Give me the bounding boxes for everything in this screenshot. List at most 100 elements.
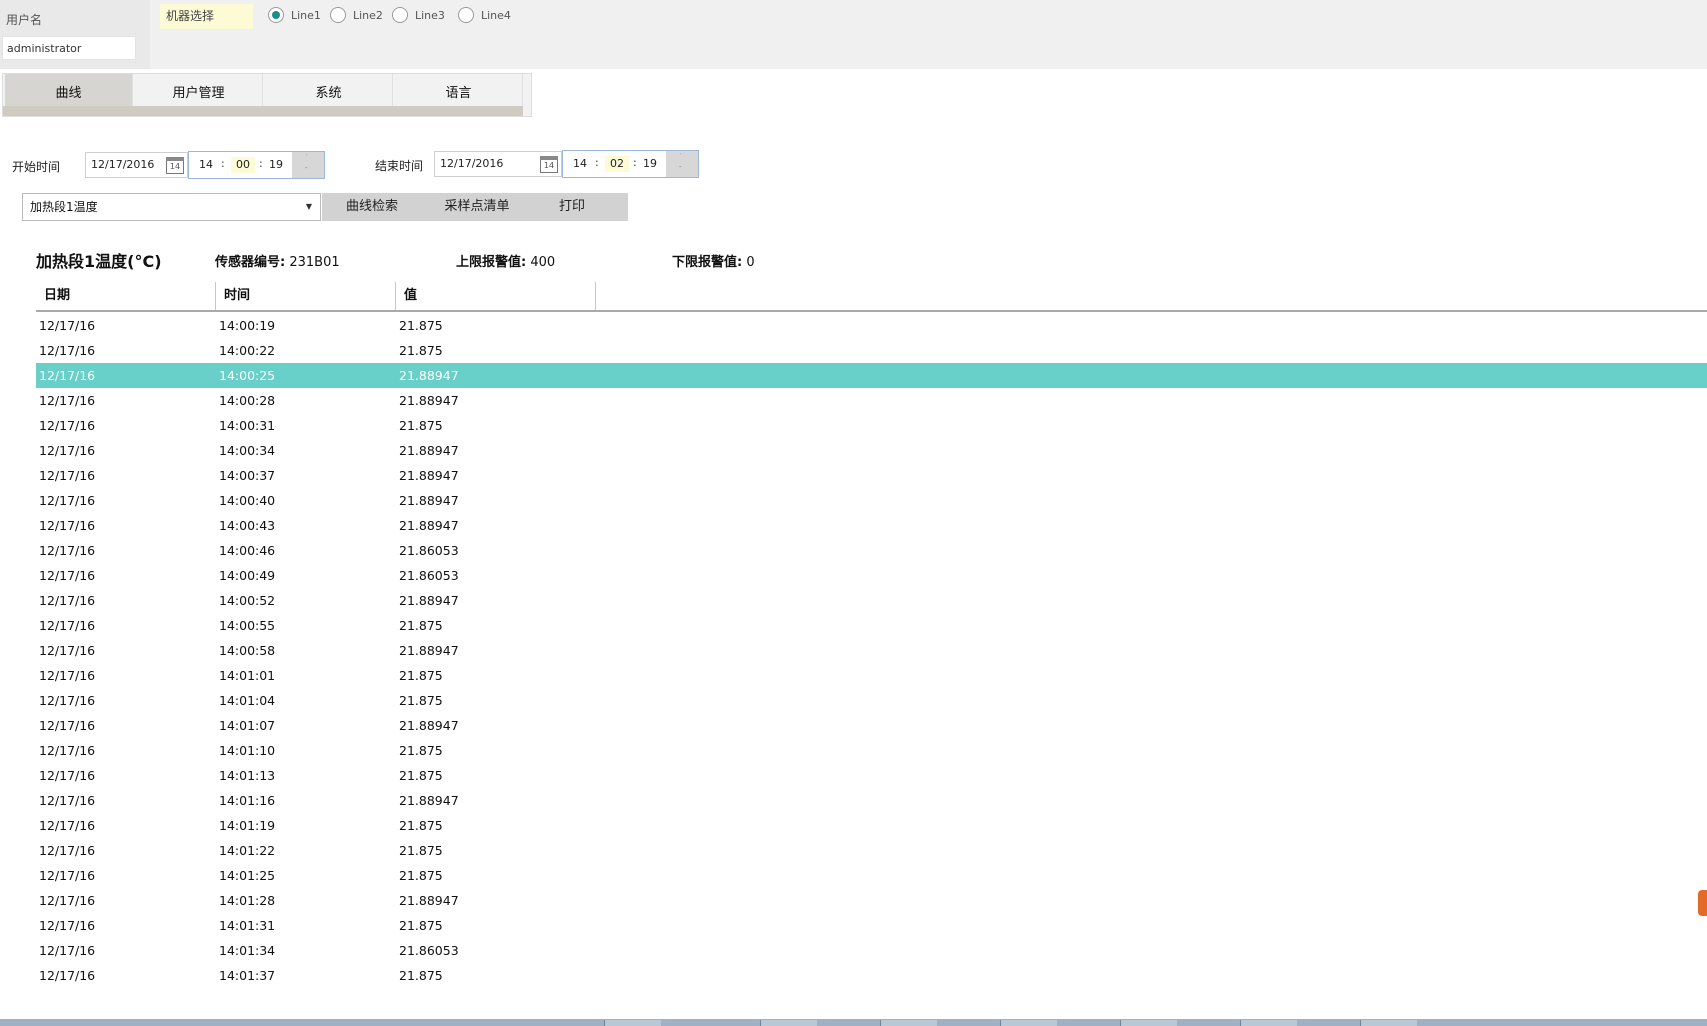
table-row[interactable]: 12/17/16 14:00:19 21.875: [36, 313, 1707, 338]
table-row[interactable]: 12/17/16 14:00:22 21.875: [36, 338, 1707, 363]
data-table-body: 12/17/16 14:00:19 21.875 12/17/16 14:00:22 21…: [36, 313, 1707, 988]
radio-icon: [392, 7, 408, 23]
table-row[interactable]: 12/17/16 14:00:46 21.86053: [36, 538, 1707, 563]
cell-date: 12/17/16: [39, 568, 96, 583]
column-date[interactable]: 日期: [36, 282, 216, 310]
start-date-picker[interactable]: 12/17/2016 14: [85, 152, 188, 178]
table-row[interactable]: 12/17/16 14:01:37 21.875: [36, 963, 1707, 988]
print-button[interactable]: 打印: [542, 193, 602, 221]
radio-line4[interactable]: Line4: [458, 7, 511, 23]
tray-app-icon[interactable]: [1698, 890, 1707, 916]
cell-time: 14:00:43: [219, 518, 276, 533]
time-separator: :: [221, 157, 225, 170]
taskbar-item[interactable]: [1240, 1020, 1297, 1026]
action-bar: 曲线检索 采样点清单 打印: [322, 193, 628, 221]
cell-date: 12/17/16: [39, 468, 96, 483]
table-row[interactable]: 12/17/16 14:00:43 21.88947: [36, 513, 1707, 538]
table-row[interactable]: 12/17/16 14:01:22 21.875: [36, 838, 1707, 863]
start-minute[interactable]: 00: [231, 157, 255, 173]
cell-time: 14:00:37: [219, 468, 276, 483]
end-date-picker[interactable]: 12/17/2016 14: [434, 151, 562, 177]
calendar-icon[interactable]: 14: [540, 156, 558, 173]
table-row[interactable]: 12/17/16 14:01:34 21.86053: [36, 938, 1707, 963]
table-row[interactable]: 12/17/16 14:00:28 21.88947: [36, 388, 1707, 413]
end-time-spinner[interactable]: ˙ -: [666, 151, 698, 177]
start-time-spinner[interactable]: ˙ -: [292, 152, 324, 178]
cell-date: 12/17/16: [39, 618, 96, 633]
start-hour[interactable]: 14: [197, 157, 215, 173]
radio-line2-label: Line2: [353, 8, 383, 22]
cell-value: 21.875: [399, 918, 443, 933]
radio-icon: [330, 7, 346, 23]
cell-time: 14:00:31: [219, 418, 276, 433]
username-field[interactable]: administrator: [2, 36, 136, 60]
cell-time: 14:00:55: [219, 618, 276, 633]
taskbar-item[interactable]: [760, 1020, 817, 1026]
table-row[interactable]: 12/17/16 14:01:16 21.88947: [36, 788, 1707, 813]
table-row[interactable]: 12/17/16 14:01:07 21.88947: [36, 713, 1707, 738]
taskbar-item[interactable]: [1120, 1020, 1177, 1026]
cell-time: 14:00:40: [219, 493, 276, 508]
radio-line1[interactable]: Line1: [268, 7, 321, 23]
table-row[interactable]: 12/17/16 14:01:28 21.88947: [36, 888, 1707, 913]
table-row[interactable]: 12/17/16 14:01:10 21.875: [36, 738, 1707, 763]
taskbar-item[interactable]: [604, 1020, 661, 1026]
radio-line2[interactable]: Line2: [330, 7, 383, 23]
end-time-picker[interactable]: 14 : 02 : 19 ˙ -: [562, 150, 699, 178]
sensor-select[interactable]: 加热段1温度 ▼: [22, 193, 321, 221]
start-time-picker[interactable]: 14 : 00 : 19 ˙ -: [188, 151, 325, 179]
table-row[interactable]: 12/17/16 14:00:40 21.88947: [36, 488, 1707, 513]
spin-up-icon[interactable]: ˙: [305, 154, 309, 162]
cell-value: 21.875: [399, 818, 443, 833]
cell-value: 21.875: [399, 418, 443, 433]
taskbar-item[interactable]: [1360, 1020, 1417, 1026]
table-row[interactable]: 12/17/16 14:01:13 21.875: [36, 763, 1707, 788]
table-row[interactable]: 12/17/16 14:01:01 21.875: [36, 663, 1707, 688]
table-row[interactable]: 12/17/16 14:00:49 21.86053: [36, 563, 1707, 588]
radio-line3[interactable]: Line3: [392, 7, 445, 23]
end-second[interactable]: 19: [641, 156, 659, 172]
tab-system[interactable]: 系统: [265, 74, 393, 106]
taskbar: [0, 1019, 1707, 1026]
cell-value: 21.88947: [399, 443, 459, 458]
radio-icon: [458, 7, 474, 23]
table-row[interactable]: 12/17/16 14:01:04 21.875: [36, 688, 1707, 713]
cell-date: 12/17/16: [39, 368, 96, 383]
table-row[interactable]: 12/17/16 14:00:58 21.88947: [36, 638, 1707, 663]
table-row[interactable]: 12/17/16 14:00:31 21.875: [36, 413, 1707, 438]
end-minute[interactable]: 02: [605, 156, 629, 172]
tab-language[interactable]: 语言: [395, 74, 523, 106]
table-row[interactable]: 12/17/16 14:00:37 21.88947: [36, 463, 1707, 488]
curve-search-button[interactable]: 曲线检索: [332, 193, 412, 221]
table-row[interactable]: 12/17/16 14:00:34 21.88947: [36, 438, 1707, 463]
cell-time: 14:01:16: [219, 793, 276, 808]
taskbar-item[interactable]: [1000, 1020, 1057, 1026]
table-row[interactable]: 12/17/16 14:01:31 21.875: [36, 913, 1707, 938]
username-label: 用户名: [6, 13, 43, 27]
sample-list-button[interactable]: 采样点清单: [432, 193, 522, 221]
table-row[interactable]: 12/17/16 14:00:55 21.875: [36, 613, 1707, 638]
cell-date: 12/17/16: [39, 968, 96, 983]
table-row[interactable]: 12/17/16 14:00:52 21.88947: [36, 588, 1707, 613]
table-row[interactable]: 12/17/16 14:01:25 21.875: [36, 863, 1707, 888]
cell-date: 12/17/16: [39, 668, 96, 683]
cell-time: 14:01:01: [219, 668, 276, 683]
tab-curve[interactable]: 曲线: [5, 74, 133, 106]
column-value[interactable]: 值: [396, 282, 596, 310]
end-hour[interactable]: 14: [571, 156, 589, 172]
taskbar-item[interactable]: [880, 1020, 937, 1026]
spin-down-icon[interactable]: -: [679, 163, 682, 171]
cell-date: 12/17/16: [39, 343, 96, 358]
calendar-icon[interactable]: 14: [166, 157, 184, 174]
radio-line1-label: Line1: [291, 8, 321, 22]
table-row[interactable]: 12/17/16 14:00:25 21.88947: [36, 363, 1707, 388]
table-row[interactable]: 12/17/16 14:01:19 21.875: [36, 813, 1707, 838]
column-time[interactable]: 时间: [216, 282, 396, 310]
cell-value: 21.88947: [399, 518, 459, 533]
cell-date: 12/17/16: [39, 743, 96, 758]
start-second[interactable]: 19: [267, 157, 285, 173]
spin-down-icon[interactable]: -: [305, 164, 308, 172]
cell-date: 12/17/16: [39, 793, 96, 808]
tab-user-management[interactable]: 用户管理: [135, 74, 263, 106]
spin-up-icon[interactable]: ˙: [679, 153, 683, 161]
